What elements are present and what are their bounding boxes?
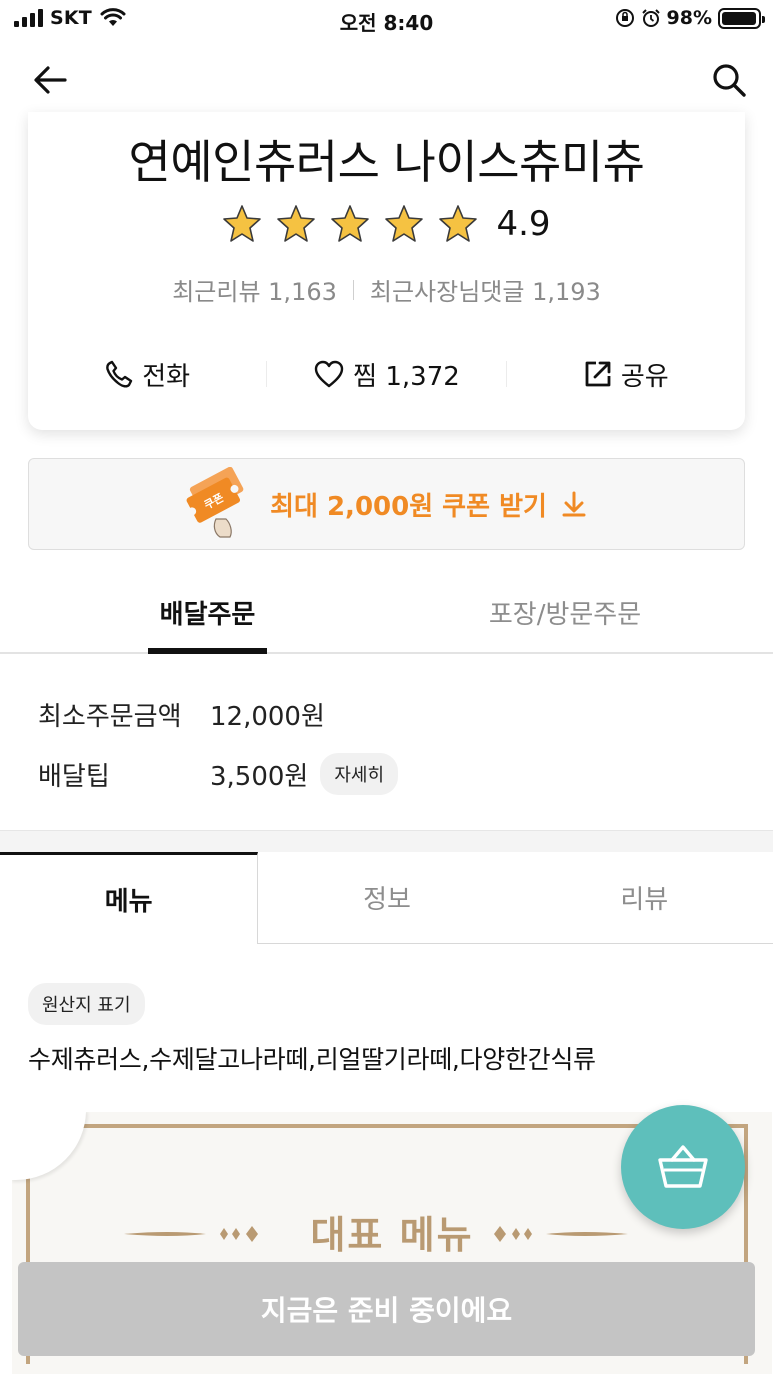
rating-row: 4.9 [28,204,745,244]
store-card: 연예인츄러스 나이스츄미츄 4.9 최근리뷰 1,163 최근사장님댓글 1,1… [28,112,745,430]
share-button[interactable]: 공유 [507,356,745,393]
tab-delivery-order[interactable]: 배달주문 [148,594,267,654]
call-button[interactable]: 전화 [28,356,266,393]
delivery-tip-label: 배달팁 [38,761,110,792]
recent-review-count[interactable]: 최근리뷰 1,163 [172,272,337,307]
content-tabs: 메뉴 정보 리뷰 [0,852,773,944]
coupon-label: 최대 2,000원 쿠폰 받기 [270,491,547,522]
coupon-download-button[interactable]: 쿠폰 최대 2,000원 쿠폰 받기 [28,458,745,550]
top-nav [0,48,773,112]
battery-percent: 98% [666,7,712,29]
share-label: 공유 [620,361,669,392]
divider [352,279,354,300]
battery-icon [718,7,765,29]
owner-reply-count[interactable]: 최근사장님댓글 1,193 [370,272,601,307]
min-order-row: 최소주문금액 12,000원 [38,694,738,734]
review-counts: 최근리뷰 1,163 최근사장님댓글 1,193 [28,272,745,307]
status-bar-right: 98% [615,7,765,29]
favorite-label: 찜 1,372 [353,361,460,392]
tab-info[interactable]: 정보 [258,852,516,944]
favorite-button[interactable]: 찜 1,372 [267,356,505,393]
phone-icon [106,360,133,388]
star-icon [439,205,478,242]
star-icon [223,205,262,242]
star-icon [331,205,370,242]
section-divider [0,830,773,852]
call-label: 전화 [142,361,191,392]
store-actions: 전화 찜 1,372 공유 [28,350,745,398]
back-button[interactable] [28,60,72,100]
star-icon [385,205,424,242]
coupon-ticket-icon: 쿠폰 [186,467,244,538]
basket-icon [658,1145,708,1188]
store-name: 연예인츄러스 나이스츄미츄 [128,135,645,189]
star-rating [222,204,478,244]
preparing-status-button: 지금은 준비 중이에요 [18,1262,755,1356]
tip-detail-button[interactable]: 자세히 [320,753,399,795]
delivery-tip-row: 배달팁 3,500원 자세히 [38,753,738,795]
download-arrow-icon [562,491,586,517]
tab-review[interactable]: 리뷰 [515,852,773,944]
tab-pickup-order[interactable]: 포장/방문주문 [470,594,660,650]
ornament-right-icon [494,1226,628,1242]
star-icon [277,205,316,242]
battery-fill [722,11,757,25]
rotation-lock-icon [615,9,634,27]
back-arrow-icon [34,66,67,94]
origin-label-badge: 원산지 표기 [28,983,145,1025]
origin-text: 수제츄러스,수제달고나라떼,리얼딸기라떼,다양한간식류 [28,1045,596,1074]
tab-menu[interactable]: 메뉴 [0,852,259,944]
delivery-tip-value: 3,500원 [210,761,309,792]
alarm-icon [641,9,660,27]
heart-icon [314,360,344,388]
search-button[interactable] [707,58,751,102]
rating-value: 4.9 [496,204,551,244]
order-type-tabs: 배달주문 포장/방문주문 [0,580,773,654]
status-bar: SKT 오전 8:40 98% [0,0,773,40]
min-order-value: 12,000원 [210,701,325,732]
share-icon [585,361,611,387]
min-order-label: 최소주문금액 [38,701,182,732]
delivery-info: 최소주문금액 12,000원 배달팁 3,500원 자세히 [38,694,738,814]
search-icon [713,64,746,97]
cart-button[interactable] [621,1105,745,1229]
